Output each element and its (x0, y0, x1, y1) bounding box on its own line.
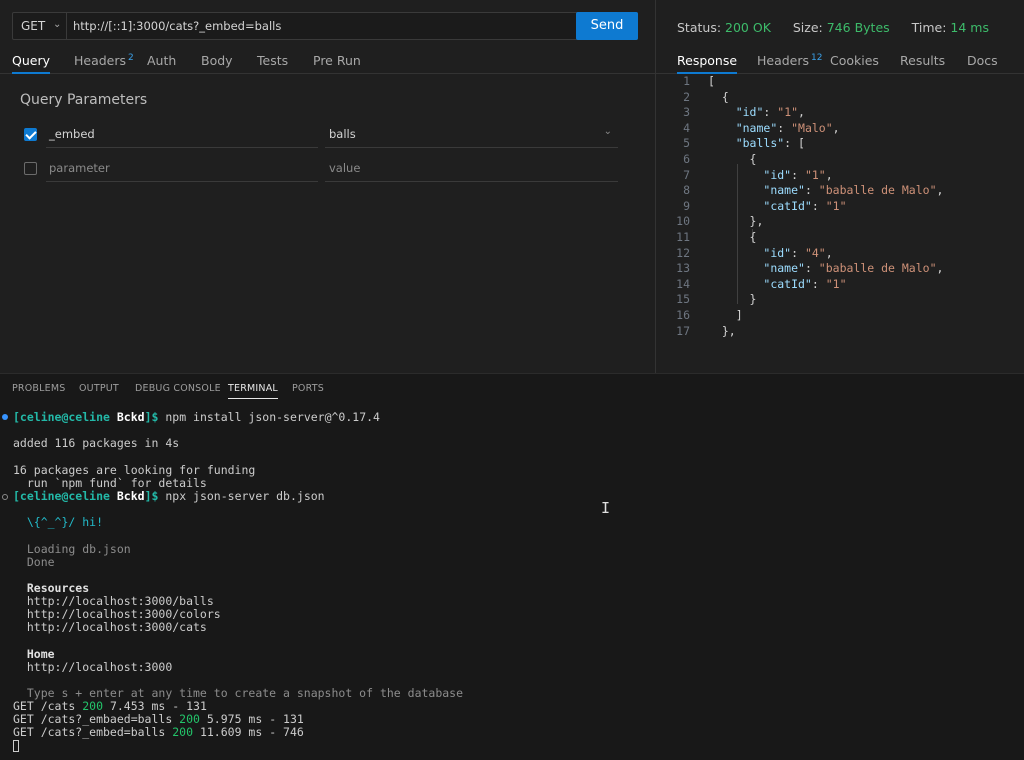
code-text: }, (708, 214, 764, 229)
code-text: "name": "baballe de Malo", (763, 261, 944, 276)
method-select[interactable]: GET ⌄ (13, 13, 67, 39)
line-number: 14 (676, 276, 690, 291)
code-text: { (708, 230, 757, 244)
url-input[interactable]: http://[::1]:3000/cats?_embed=balls (73, 19, 281, 33)
request-tabs: Query Headers 2 Auth Body Tests Pre Run (0, 48, 655, 74)
terminal-line: added 116 packages in 4s (13, 436, 180, 450)
tab-output[interactable]: OUTPUT (79, 383, 119, 394)
line-number: 17 (676, 323, 690, 338)
tab-auth[interactable]: Auth (147, 53, 176, 68)
code-text: }, (708, 323, 736, 338)
status-value: 200 OK (725, 20, 771, 35)
param-key-input[interactable]: parameter (46, 154, 318, 182)
tab-response[interactable]: Response (677, 53, 738, 74)
line-number: 12 (676, 245, 690, 260)
param-value-text: balls (329, 127, 356, 141)
line-number: 1 (683, 74, 690, 88)
tab-results[interactable]: Results (900, 53, 945, 68)
line-number: 11 (676, 230, 690, 244)
response-panel: Status: 200 OK Size: 746 Bytes Time: 14 … (655, 0, 1024, 373)
terminal-panel: PROBLEMS OUTPUT DEBUG CONSOLE TERMINAL P… (0, 373, 1024, 760)
headers-count-badge: 2 (128, 53, 134, 63)
tab-debug-console[interactable]: DEBUG CONSOLE (135, 383, 221, 394)
command-running-dot-icon[interactable] (2, 494, 8, 500)
terminal-cursor (13, 740, 19, 752)
query-param-row: parameter value (0, 154, 655, 184)
response-status-bar: Status: 200 OK Size: 746 Bytes Time: 14 … (677, 20, 989, 35)
param-value-input[interactable]: balls ⌄ (325, 120, 618, 148)
tab-query[interactable]: Query (12, 53, 50, 74)
response-tabs: Response Headers 12 Cookies Results Docs (656, 48, 1024, 74)
line-number: 16 (676, 308, 690, 322)
size-label: Size: (792, 20, 823, 35)
url-bar: GET ⌄ http://[::1]:3000/cats?_embed=ball… (12, 12, 638, 40)
code-text: "id": "1", (763, 167, 833, 182)
line-number: 4 (683, 120, 690, 135)
tab-tests[interactable]: Tests (257, 53, 288, 68)
query-param-row: _embed balls ⌄ (0, 120, 655, 150)
command-success-dot-icon[interactable] (2, 414, 8, 420)
tab-cookies[interactable]: Cookies (830, 53, 879, 68)
code-text: { (708, 152, 757, 166)
terminal-command-line: [celine@celine Bckd]$ npx json-server db… (13, 489, 325, 503)
line-number: 6 (683, 152, 690, 166)
line-number: 3 (683, 105, 690, 120)
line-number: 13 (676, 261, 690, 276)
tab-docs[interactable]: Docs (967, 53, 998, 68)
mouse-ibeam-icon: I (601, 499, 611, 517)
query-parameters-title: Query Parameters (20, 92, 148, 108)
terminal-line: \{^_^}/ hi! (13, 515, 104, 529)
headers-count-badge: 12 (811, 53, 823, 63)
tab-body[interactable]: Body (201, 53, 233, 68)
param-value-input[interactable]: value (325, 154, 618, 182)
response-body[interactable]: 1 [2 {3 "id": "1", 4 "name": "Malo", 5 "bal… (656, 74, 1024, 344)
line-number: 15 (676, 292, 690, 307)
code-text: "catId": "1" (763, 198, 847, 213)
param-checkbox[interactable] (24, 128, 37, 141)
chevron-down-icon[interactable]: ⌄ (604, 126, 612, 137)
code-text: "name": "baballe de Malo", (763, 183, 944, 198)
line-number: 7 (683, 167, 690, 182)
tab-headers[interactable]: Headers 2 (74, 53, 134, 68)
request-panel: GET ⌄ http://[::1]:3000/cats?_embed=ball… (0, 0, 655, 373)
line-number: 8 (683, 183, 690, 198)
terminal-line: Done (13, 555, 55, 569)
code-text: "catId": "1" (763, 276, 847, 291)
line-number: 9 (683, 198, 690, 213)
terminal-line: http://localhost:3000 (13, 660, 173, 674)
tab-problems[interactable]: PROBLEMS (12, 383, 65, 394)
size-value: 746 Bytes (826, 20, 890, 35)
code-text: ] (708, 308, 743, 322)
code-text: "id": "4", (763, 245, 833, 260)
terminal-log-line: GET /cats?_embed=balls 200 11.609 ms - 7… (13, 725, 304, 739)
code-text: "id": "1", (735, 105, 805, 120)
chevron-down-icon: ⌄ (53, 19, 62, 30)
method-label: GET (21, 19, 46, 33)
param-key-input[interactable]: _embed (46, 120, 318, 148)
param-checkbox[interactable] (24, 162, 37, 175)
code-text: } (708, 292, 757, 307)
send-button[interactable]: Send (576, 12, 638, 40)
status-label: Status: (677, 20, 722, 35)
tab-response-headers[interactable]: Headers 12 (757, 53, 822, 68)
code-text: [ (708, 74, 715, 88)
line-number: 2 (683, 89, 690, 104)
terminal-line: http://localhost:3000/cats (13, 620, 207, 634)
tab-ports[interactable]: PORTS (292, 383, 324, 394)
code-text: "name": "Malo", (735, 120, 840, 135)
line-number: 10 (676, 214, 690, 229)
time-value: 14 ms (950, 20, 989, 35)
code-text: { (708, 89, 729, 104)
line-number: 5 (683, 136, 690, 151)
time-label: Time: (911, 20, 947, 35)
tab-pre-run[interactable]: Pre Run (313, 53, 361, 68)
code-text: "balls": [ (735, 136, 805, 151)
tab-terminal[interactable]: TERMINAL (228, 383, 278, 399)
terminal-command-line: [celine@celine Bckd]$ npm install json-s… (13, 410, 380, 424)
